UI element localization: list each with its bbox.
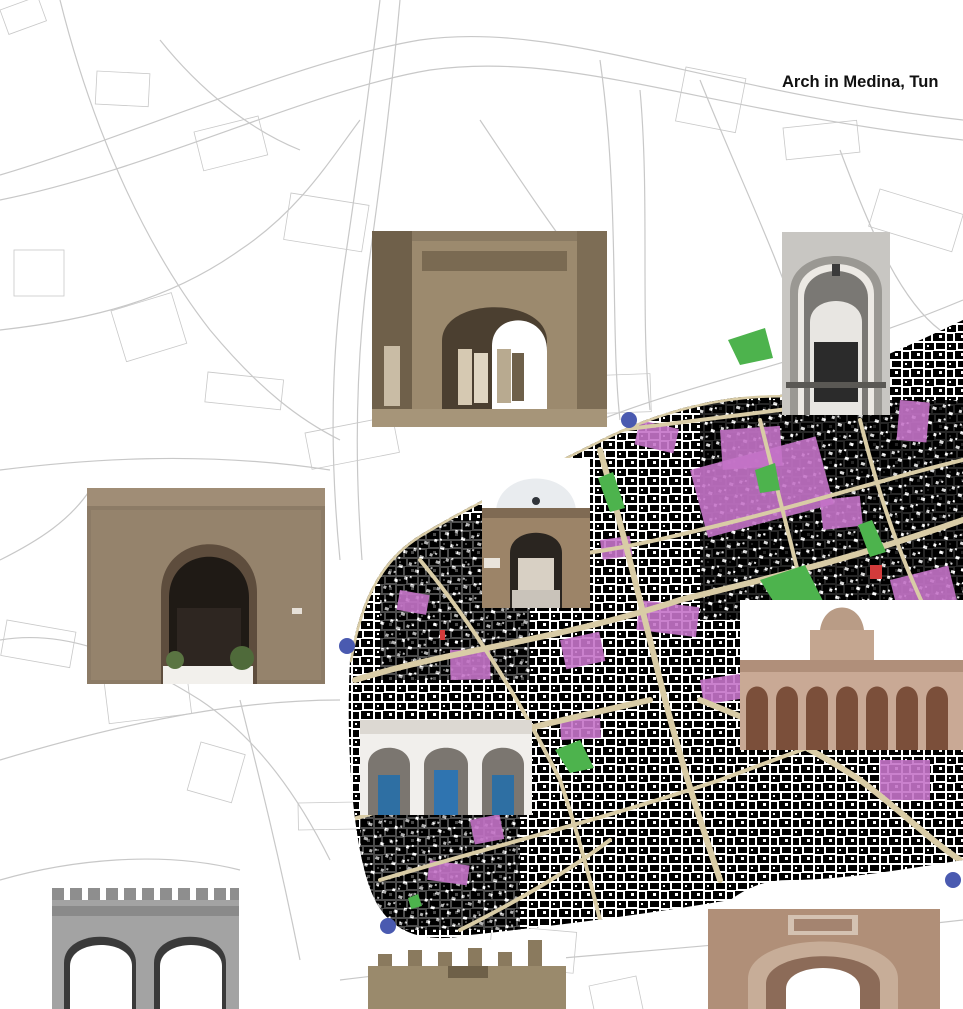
crenellated-gate-photo [52, 888, 239, 1009]
map-title: Arch in Medina, Tun [782, 73, 939, 91]
arcade-blue-doors-photo [360, 720, 532, 815]
ornate-arched-door-photo [782, 232, 890, 415]
arched-gate-historic-photo [372, 231, 607, 427]
mosque-doorway-photo [482, 458, 590, 608]
crenellated-wall-photo [368, 940, 566, 1009]
colonnade-arches-photo [740, 600, 963, 750]
carved-arch-gate-photo [708, 909, 940, 1009]
stone-arch-gate-photo [87, 488, 325, 684]
